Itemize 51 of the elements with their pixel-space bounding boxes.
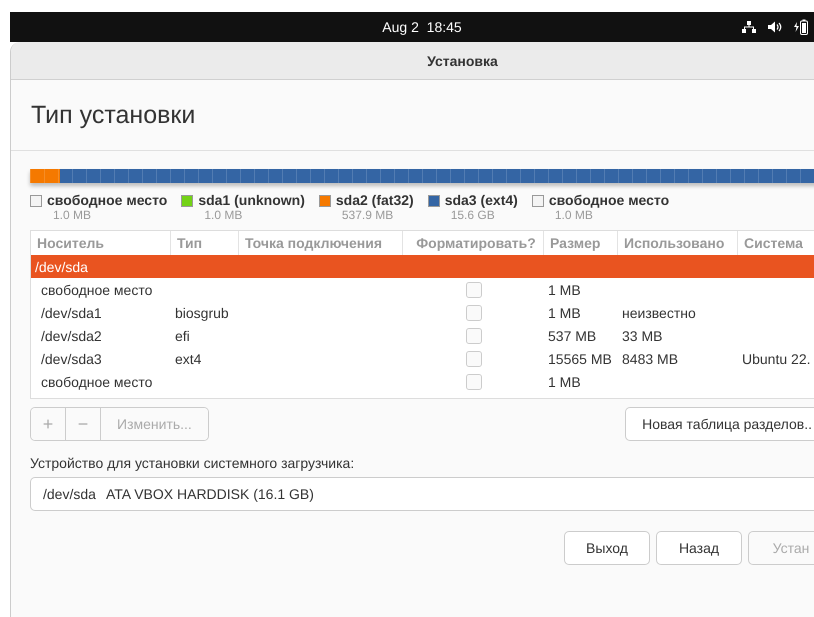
speaker-icon[interactable] bbox=[768, 21, 782, 33]
table-cell-text: /dev/sda bbox=[34, 258, 88, 274]
format-checkbox[interactable] bbox=[466, 304, 482, 320]
window-title: Установка bbox=[427, 52, 498, 68]
format-checkbox[interactable] bbox=[466, 282, 482, 298]
table-row[interactable]: свободное место 1 MB bbox=[31, 370, 814, 393]
table-cell: ext4 bbox=[175, 350, 202, 366]
table-cell: Ubuntu 22. bbox=[742, 350, 810, 366]
table-cell: неизвестно bbox=[622, 304, 696, 320]
legend-label: свободное место bbox=[548, 192, 670, 208]
clock[interactable]: Aug 2 18:45 bbox=[382, 19, 462, 35]
table-cell-text: /dev/sda2 bbox=[40, 328, 103, 344]
legend-label: свободное место bbox=[47, 192, 168, 208]
page-heading: Тип установки bbox=[31, 100, 196, 130]
table-cell: 537 MB bbox=[548, 328, 596, 344]
bootloader-dropdown[interactable]: /dev/sda ATA VBOX HARDDISK (16.1 GB) bbox=[30, 477, 814, 511]
table-row[interactable]: /dev/sda bbox=[31, 255, 814, 278]
table-row[interactable]: свободное место 1 MB bbox=[31, 278, 814, 301]
table-row[interactable]: /dev/sda3 ext4 15565 MB 8483 MB Ubuntu 22. bbox=[31, 347, 814, 370]
table-cell: 15565 MB bbox=[548, 350, 612, 366]
legend-size: 1.0 MB bbox=[554, 208, 594, 222]
table-cell: 1 MB bbox=[548, 282, 581, 298]
table-cell: 1 MB bbox=[548, 374, 581, 390]
legend-label: sda3 (ext4) bbox=[444, 192, 518, 208]
table-cell: efi bbox=[175, 328, 190, 344]
table-row[interactable]: /dev/sda1 biosgrub 1 MB неизвестно bbox=[31, 301, 814, 324]
table-cell-text: свободное место bbox=[40, 282, 154, 298]
table-cell: 1 MB bbox=[548, 304, 581, 320]
legend-size: 15.6 GB bbox=[450, 208, 496, 222]
legend-size: 1.0 MB bbox=[204, 208, 244, 222]
legend-size: 537.9 MB bbox=[342, 208, 394, 222]
legend-label: sda1 (unknown) bbox=[198, 192, 305, 208]
navigation-button[interactable]: Назад bbox=[656, 531, 742, 565]
bootloader-label: Устройство для установки системного загрузчика: bbox=[30, 455, 356, 471]
network-icon[interactable] bbox=[742, 21, 756, 33]
format-checkbox[interactable] bbox=[466, 328, 482, 344]
table-cell-text: /dev/sda3 bbox=[40, 350, 103, 366]
navigation-button[interactable]: Выход bbox=[564, 531, 650, 565]
table-cell: 8483 MB bbox=[622, 350, 678, 366]
table-cell-text: /dev/sda1 bbox=[40, 304, 103, 320]
table-cell-text: свободное место bbox=[40, 374, 154, 390]
format-checkbox[interactable] bbox=[466, 350, 482, 366]
table-cell: 33 MB bbox=[622, 328, 662, 344]
legend-size: 1.0 MB bbox=[53, 208, 92, 222]
legend-label: sda2 (fat32) bbox=[336, 192, 414, 208]
column-header[interactable]: Система bbox=[738, 231, 814, 255]
format-checkbox[interactable] bbox=[466, 374, 482, 390]
new-partition-table-button[interactable]: Новая таблица разделов.. bbox=[625, 407, 814, 441]
table-row[interactable]: /dev/sda2 efi 537 MB 33 MB bbox=[31, 324, 814, 347]
table-cell: biosgrub bbox=[175, 304, 229, 320]
battery-icon[interactable] bbox=[794, 19, 808, 35]
